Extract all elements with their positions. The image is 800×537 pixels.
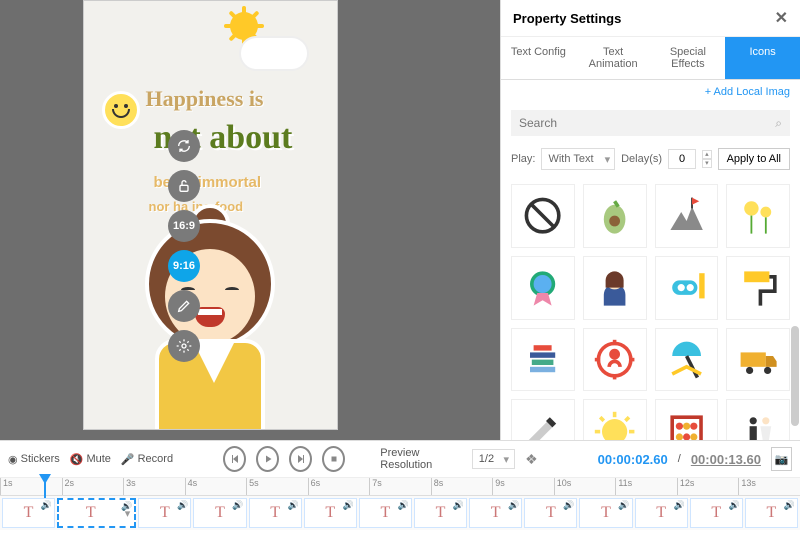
canvas-area: Happiness is not about being immortal no… (0, 0, 500, 440)
timeline-clip[interactable]: 🔊T (2, 498, 55, 528)
mute-toggle[interactable]: 🔇 Mute (70, 453, 111, 466)
timeline-clip[interactable]: 🔊T (690, 498, 743, 528)
icon-badge[interactable] (511, 256, 575, 320)
timeline-clip[interactable]: 🔊T (469, 498, 522, 528)
edit-button[interactable] (168, 290, 200, 322)
timeline-clip[interactable]: 🔊T (359, 498, 412, 528)
search-icon[interactable]: ⌕ (775, 116, 782, 131)
ratio-16-9-button[interactable]: 16:9 (168, 210, 200, 242)
icons-scrollbar[interactable] (791, 326, 799, 426)
record-toggle[interactable]: 🎤 Record (121, 453, 173, 466)
icon-abacus[interactable] (655, 399, 719, 440)
design-canvas[interactable]: Happiness is not about being immortal no… (83, 0, 338, 430)
icon-beach-umbrella[interactable] (655, 328, 719, 392)
icon-wedding-couple[interactable] (726, 399, 790, 440)
tab-special-effects[interactable]: Special Effects (651, 37, 726, 79)
panel-title: Property Settings (513, 11, 621, 26)
timeline-clip[interactable]: 🔊T (745, 498, 798, 528)
smiley-graphic[interactable] (102, 91, 140, 129)
ruler-tick[interactable]: 7s (369, 478, 431, 495)
icon-avocado[interactable] (583, 184, 647, 248)
skip-end-button[interactable] (289, 446, 312, 472)
ruler-tick[interactable]: 11s (615, 478, 677, 495)
tab-text-config[interactable]: Text Config (501, 37, 576, 79)
ruler-tick[interactable]: 12s (677, 478, 739, 495)
icon-sun-face[interactable] (583, 399, 647, 440)
icon-forbidden[interactable] (511, 184, 575, 248)
settings-button[interactable] (168, 330, 200, 362)
timeline-clip[interactable]: 🔊T (57, 498, 136, 528)
timeline-clip[interactable]: 🔊T (193, 498, 246, 528)
ruler-tick[interactable]: 9s (492, 478, 554, 495)
timeline-clip[interactable]: 🔊T (414, 498, 467, 528)
timeline-track[interactable]: 🔊T🔊T🔊T🔊T🔊T🔊T🔊T🔊T🔊T🔊T🔊T🔊T🔊T🔊T (0, 496, 800, 530)
ruler-tick[interactable]: 13s (738, 478, 800, 495)
timeline-clip[interactable]: 🔊T (524, 498, 577, 528)
layers-icon[interactable]: ❖ (525, 451, 538, 468)
ruler-tick[interactable]: 5s (246, 478, 308, 495)
tab-text-animation[interactable]: Text Animation (576, 37, 651, 79)
icon-mountain-flag[interactable] (655, 184, 719, 248)
ruler-tick[interactable]: 4s (185, 478, 247, 495)
headline-1[interactable]: Happiness is (146, 86, 264, 112)
icon-snorkel[interactable] (655, 256, 719, 320)
ruler-tick[interactable]: 3s (123, 478, 185, 495)
time-total[interactable]: 00:00:13.60 (691, 452, 761, 467)
timeline-ruler[interactable]: 1s2s3s4s5s6s7s8s9s10s11s12s13s (0, 478, 800, 496)
delay-label: Delay(s) (621, 153, 662, 165)
timeline-clip[interactable]: 🔊T (579, 498, 632, 528)
lock-button[interactable] (168, 170, 200, 202)
icons-grid (501, 176, 800, 440)
play-label: Play: (511, 153, 535, 165)
delay-input[interactable] (668, 149, 696, 169)
tab-icons[interactable]: Icons (725, 37, 800, 79)
icon-dandelion[interactable] (726, 184, 790, 248)
resolution-label: Preview Resolution (380, 447, 462, 471)
time-current: 00:00:02.60 (598, 452, 668, 467)
timeline-clip[interactable]: 🔊T (635, 498, 688, 528)
play-button[interactable] (256, 446, 279, 472)
timeline-area: ◉ Stickers 🔇 Mute 🎤 Record Preview Resol… (0, 440, 800, 530)
delay-stepper[interactable]: ▴▾ (702, 150, 712, 168)
ruler-tick[interactable]: 6s (308, 478, 370, 495)
resolution-select[interactable]: 1/2 (472, 449, 515, 469)
ruler-tick[interactable]: 1s (0, 478, 62, 495)
add-local-image-link[interactable]: + Add Local Imag (501, 80, 800, 104)
skip-start-button[interactable] (223, 446, 246, 472)
stickers-toggle[interactable]: ◉ Stickers (8, 453, 60, 466)
icon-woman[interactable] (583, 256, 647, 320)
timeline-clip[interactable]: 🔊T (249, 498, 302, 528)
ratio-9-16-button[interactable]: 9:16 (168, 250, 200, 282)
timeline-clip[interactable]: 🔊T (138, 498, 191, 528)
icon-books[interactable] (511, 328, 575, 392)
character-graphic[interactable] (120, 219, 300, 429)
ruler-tick[interactable]: 8s (431, 478, 493, 495)
icon-truck[interactable] (726, 328, 790, 392)
refresh-button[interactable] (168, 130, 200, 162)
ruler-tick[interactable]: 10s (554, 478, 616, 495)
panel-tabs: Text Config Text Animation Special Effec… (501, 37, 800, 80)
icon-target-person[interactable] (583, 328, 647, 392)
property-panel: Property Settings ✕ Text Config Text Ani… (500, 0, 800, 440)
cloud-graphic[interactable] (239, 36, 309, 71)
search-input[interactable] (511, 110, 790, 136)
timeline-clip[interactable]: 🔊T (304, 498, 357, 528)
icon-knife[interactable] (511, 399, 575, 440)
stop-button[interactable] (322, 446, 345, 472)
close-icon[interactable]: ✕ (775, 8, 788, 28)
ruler-tick[interactable]: 2s (62, 478, 124, 495)
play-select[interactable]: With Text (541, 148, 615, 170)
apply-to-all-button[interactable]: Apply to All (718, 148, 790, 170)
icon-paint-roller[interactable] (726, 256, 790, 320)
camera-button[interactable]: 📷 (771, 447, 792, 471)
